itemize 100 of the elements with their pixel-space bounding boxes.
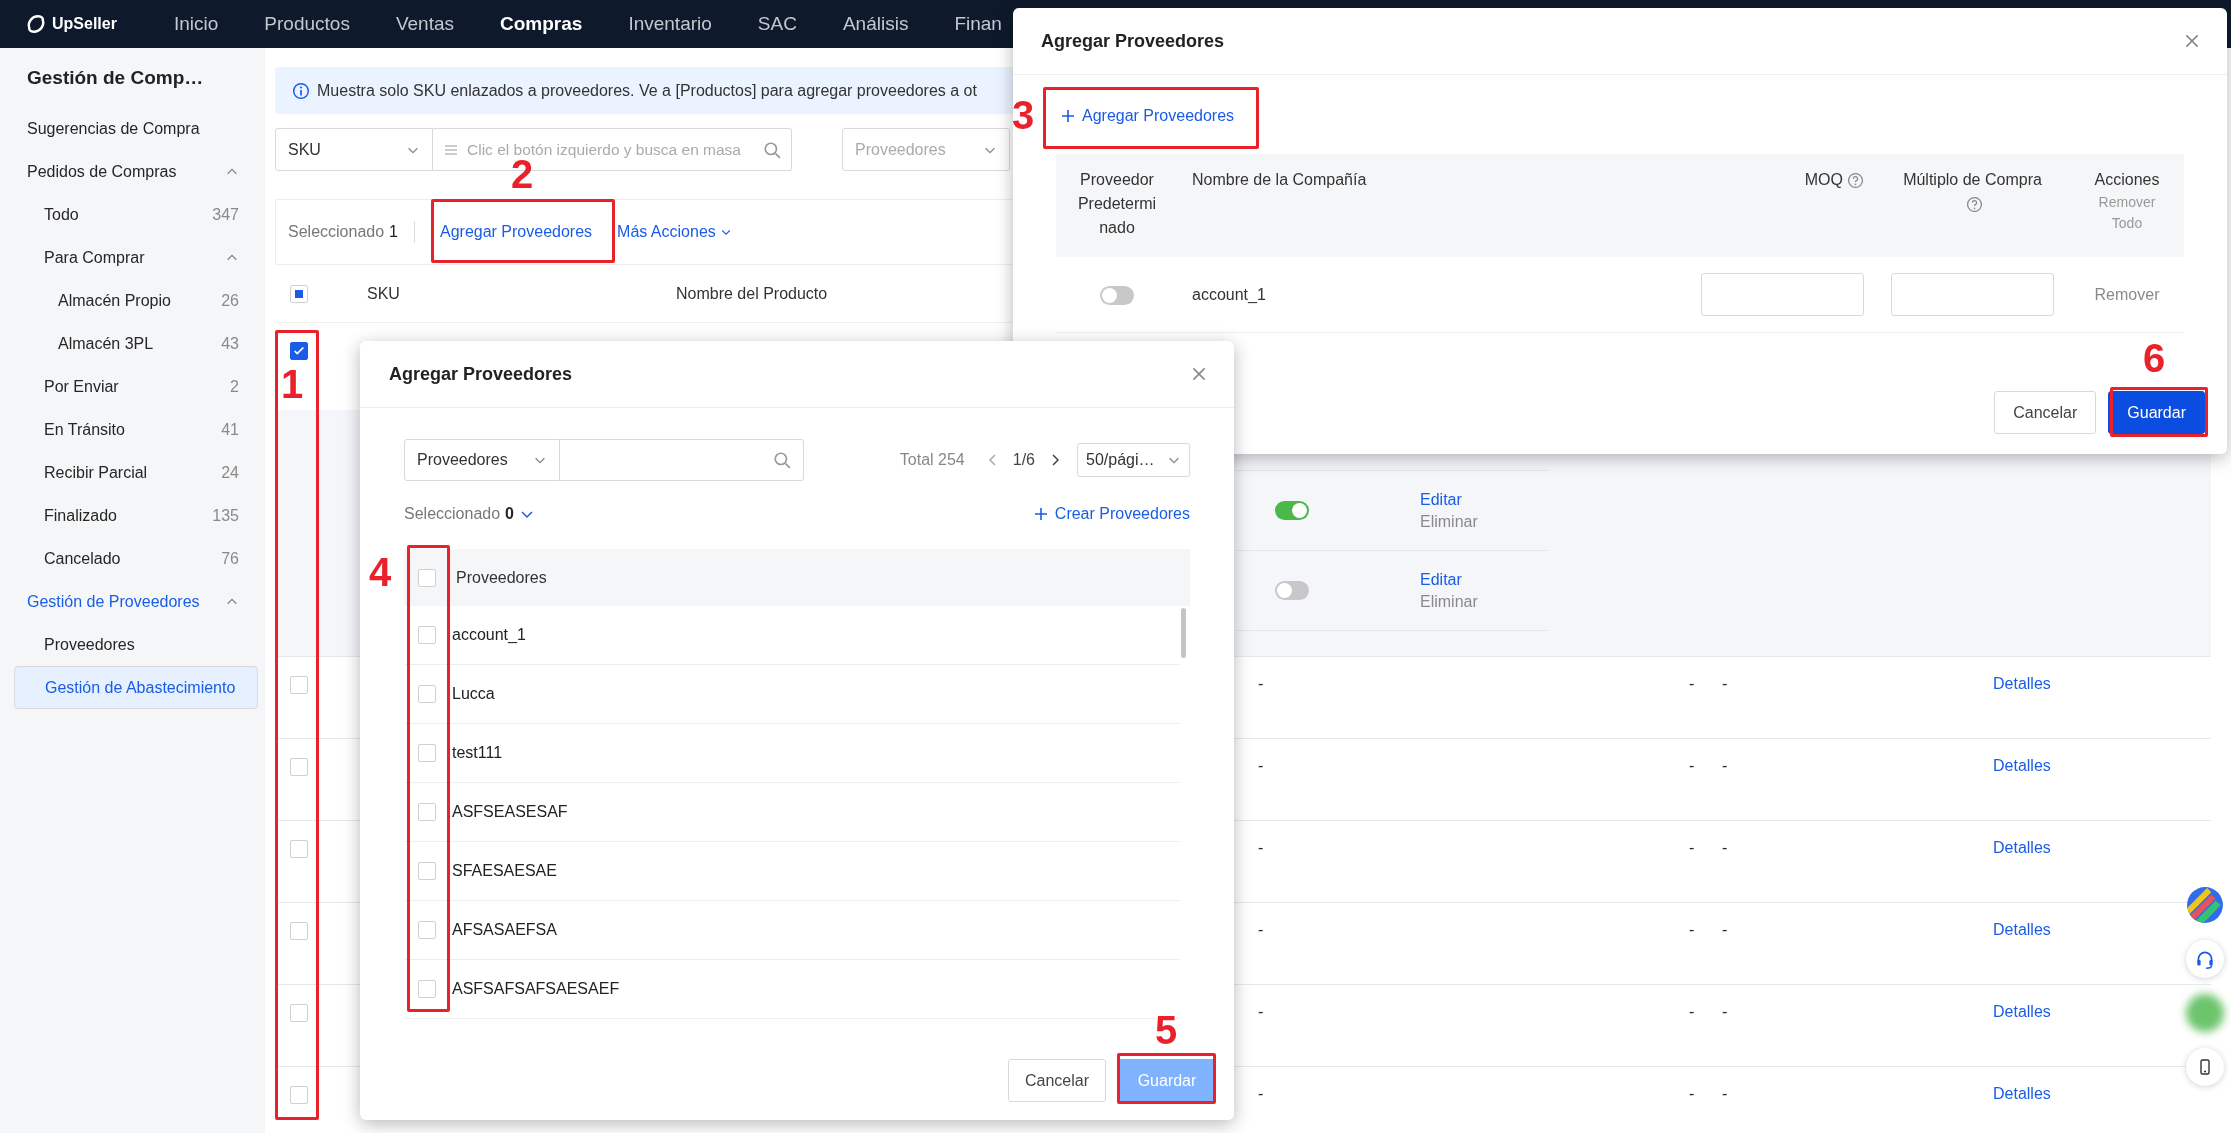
table-cell-text: - — [1689, 756, 1696, 776]
table-cell-text: - — [1258, 838, 1265, 858]
info-icon — [292, 81, 310, 100]
logo-icon — [25, 13, 47, 35]
item-count: 41 — [221, 420, 239, 439]
sidebar-item[interactable]: Almacén 3PL 43 — [0, 322, 257, 365]
moq-input[interactable] — [1701, 273, 1864, 316]
toolbar-link[interactable]: Más Acciones — [617, 223, 732, 241]
details-link[interactable]: Detalles — [1993, 839, 2051, 856]
column-header: Proveedores — [456, 568, 547, 587]
nav-tab[interactable]: Productos — [264, 13, 350, 35]
nav-tab[interactable]: Inventario — [628, 13, 712, 35]
add-supplier-link[interactable]: Agregar Proveedores — [1056, 97, 1235, 135]
promo-badge-icon[interactable] — [2186, 886, 2224, 924]
details-link[interactable]: Detalles — [1993, 675, 2051, 692]
table-cell-text: - — [1258, 1084, 1265, 1104]
chat-bubble-icon[interactable] — [2186, 994, 2224, 1032]
field-select[interactable]: SKU — [275, 128, 433, 171]
table-cell-text: - — [1258, 920, 1265, 940]
toggle-switch[interactable] — [1275, 581, 1309, 601]
close-icon[interactable] — [1190, 365, 1208, 383]
nav-tab[interactable]: Finan — [954, 13, 1002, 35]
sidebar-item[interactable]: Por Enviar 2 — [0, 365, 257, 408]
support-button[interactable] — [2186, 940, 2224, 978]
table-cell-text: - — [1258, 1002, 1265, 1022]
sidebar-item[interactable]: Para Comprar — [0, 236, 257, 279]
nav-tab[interactable]: Inicio — [174, 13, 219, 35]
step-number: 6 — [2143, 335, 2166, 382]
sidebar-item[interactable]: Recibir Parcial 24 — [0, 451, 257, 494]
column-header: SKU — [367, 284, 400, 302]
details-link[interactable]: Detalles — [1993, 1003, 2051, 1020]
details-link[interactable]: Detalles — [1993, 757, 2051, 774]
scrollbar[interactable] — [1181, 608, 1186, 658]
search-icon — [773, 451, 791, 469]
nav-tab[interactable]: Ventas — [395, 13, 454, 35]
sidebar-item[interactable]: Proveedores — [0, 623, 257, 666]
toolbar-link[interactable]: Agregar Proveedores — [440, 223, 593, 241]
sidebar-item[interactable]: Gestión de Proveedores — [0, 580, 257, 623]
field-select[interactable]: Proveedores — [404, 439, 560, 481]
checkbox[interactable] — [290, 341, 308, 360]
table-cell-text: - — [1722, 1084, 1729, 1104]
table-cell-text: account_1 — [1191, 284, 1267, 305]
table-cell-text: - — [1689, 838, 1696, 858]
item-count: 76 — [221, 549, 239, 568]
item-count: 26 — [221, 291, 239, 310]
cancel-button[interactable]: Cancelar — [1008, 1059, 1106, 1102]
table-cell-text: - — [1722, 674, 1729, 694]
dialog-title: Agregar Proveedores — [389, 363, 573, 385]
plus-icon — [1060, 108, 1076, 124]
supplier-name: ASFSEASESAF — [452, 803, 568, 821]
column-header: Nombre de la Compañía — [1192, 170, 1367, 190]
table-cell-text: - — [1722, 920, 1729, 940]
save-button[interactable]: Guardar — [2108, 391, 2205, 434]
table-cell-text: - — [1689, 1002, 1696, 1022]
toggle-switch[interactable] — [1100, 285, 1134, 305]
help-icon[interactable] — [1965, 196, 1983, 213]
supplier-name: AFSASAEFSA — [452, 921, 557, 939]
item-count: 2 — [230, 377, 239, 396]
nav-tab[interactable]: SAC — [757, 13, 797, 35]
details-link[interactable]: Detalles — [1993, 921, 2051, 938]
sidebar-item[interactable]: En Tránsito 41 — [0, 408, 257, 451]
supplier-name: SFAESAESAE — [452, 862, 557, 880]
edit-link[interactable]: Editar — [1420, 490, 1478, 509]
sidebar-item[interactable]: Todo 347 — [0, 193, 257, 236]
page-size-select[interactable]: 50/pági… — [1077, 443, 1190, 477]
sidebar-item[interactable]: Pedidos de Compras — [0, 150, 257, 193]
details-link[interactable]: Detalles — [1993, 1085, 2051, 1102]
toggle-switch[interactable] — [1275, 501, 1309, 521]
notice-text: Muestra solo SKU enlazados a proveedores. Ve a [Productos] para agregar proveedores a ot — [317, 81, 977, 100]
sidebar-item[interactable]: Cancelado 76 — [0, 537, 257, 580]
table-cell-text: - — [1689, 1084, 1696, 1104]
sidebar-title: Gestión de Comp… — [26, 66, 205, 90]
supplier-name: test111 — [452, 744, 503, 762]
sidebar-item[interactable]: Sugerencias de Compra — [0, 107, 257, 150]
step-number: 1 — [281, 361, 304, 408]
search-field[interactable] — [560, 439, 804, 481]
brand-name: UpSeller — [52, 15, 117, 33]
sidebar-item[interactable]: Almacén Propio 26 — [0, 279, 257, 322]
supplier-name: account_1 — [452, 626, 526, 644]
selected-count: 1 — [389, 223, 398, 241]
mobile-button[interactable] — [2186, 1048, 2224, 1086]
selected-label: Seleccionado — [288, 223, 385, 241]
create-supplier-link[interactable]: Crear Proveedores — [1032, 505, 1190, 523]
item-count: 24 — [221, 463, 239, 482]
nav-tab[interactable]: Compras — [500, 13, 583, 35]
table-cell-text: - — [1689, 674, 1696, 694]
plus-icon — [1032, 506, 1049, 522]
cancel-button[interactable]: Cancelar — [1994, 391, 2097, 434]
nav-tab[interactable]: Análisis — [842, 13, 909, 35]
column-header: MOQ — [1804, 170, 1843, 190]
close-icon[interactable] — [2183, 32, 2201, 50]
sidebar-item[interactable]: Finalizado 135 — [0, 494, 257, 537]
sidebar-item[interactable]: Gestión de Abastecimiento — [14, 666, 258, 709]
help-icon[interactable] — [1847, 172, 1864, 189]
edit-link[interactable]: Editar — [1420, 570, 1478, 589]
step-number: 3 — [1012, 92, 1035, 139]
table-cell-text: - — [1722, 756, 1729, 776]
step-number: 5 — [1155, 1007, 1178, 1054]
multiple-input[interactable] — [1891, 273, 2054, 316]
table-cell-text: - — [1722, 838, 1729, 858]
